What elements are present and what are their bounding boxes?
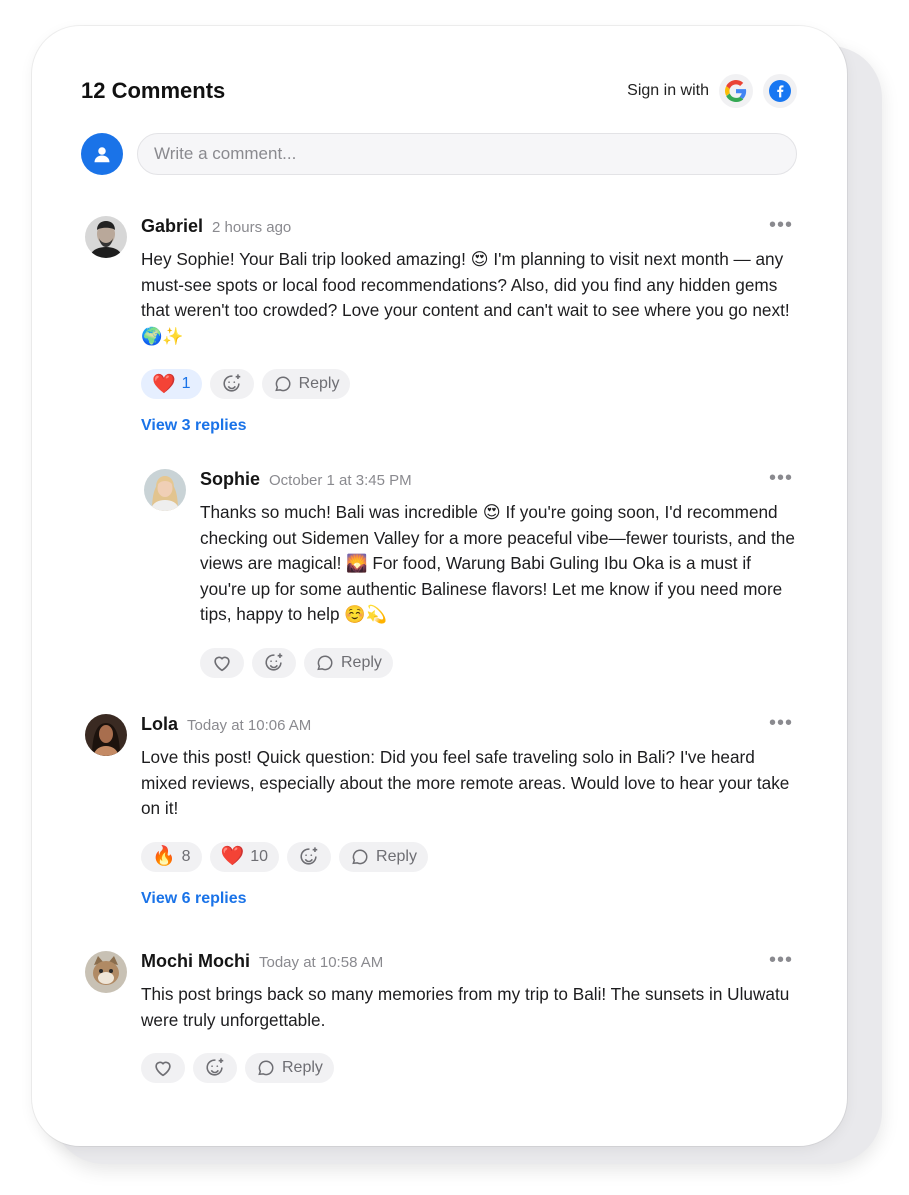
heart-reaction-button[interactable]: ❤️ 10 <box>209 841 280 872</box>
comments-widget: 12 Comments Sign in with Write a comment… <box>32 26 847 1146</box>
comment-timestamp: Today at 10:58 AM <box>259 954 384 971</box>
facebook-sign-in-button[interactable] <box>763 74 797 108</box>
comment-body: Sophie October 1 at 3:45 PM ••• Thanks s… <box>200 468 797 678</box>
avatar-lola[interactable] <box>85 714 127 756</box>
heart-reaction-button[interactable]: ❤️ 1 <box>141 369 202 399</box>
user-icon <box>94 147 110 163</box>
comment-actions: Reply <box>141 1053 797 1083</box>
add-emoji-icon <box>265 652 283 671</box>
comment-meta: Sophie October 1 at 3:45 PM <box>200 469 797 495</box>
chat-bubble-icon <box>317 655 333 670</box>
comment-actions: 🔥 8 ❤️ 10 Reply <box>141 841 797 872</box>
avatar-sophie[interactable] <box>144 469 186 511</box>
comment-body: Mochi Mochi Today at 10:58 AM ••• This p… <box>141 950 797 1083</box>
avatar-cat-image <box>85 951 127 993</box>
comment-composer <box>81 132 797 176</box>
facebook-icon <box>769 80 791 102</box>
sign-in-label: Sign in with <box>627 82 709 99</box>
google-sign-in-button[interactable] <box>719 74 753 108</box>
reply-label: Reply <box>376 847 417 865</box>
like-button[interactable] <box>141 1053 185 1083</box>
add-emoji-icon <box>300 846 318 865</box>
comment-timestamp: 2 hours ago <box>212 219 292 236</box>
more-options-button[interactable]: ••• <box>769 950 793 970</box>
reply-button[interactable]: Reply <box>304 647 393 678</box>
more-options-button[interactable]: ••• <box>769 215 793 235</box>
add-emoji-icon <box>223 374 240 392</box>
comment-meta: Gabriel 2 hours ago <box>141 216 797 242</box>
heart-reaction-count: 1 <box>181 375 191 392</box>
comment-text: This post brings back so many memories f… <box>141 984 790 1030</box>
comment-meta: Mochi Mochi Today at 10:58 AM <box>141 951 797 977</box>
google-icon <box>725 80 747 102</box>
add-reaction-button[interactable] <box>287 841 332 872</box>
heart-outline-icon <box>214 656 230 671</box>
reply-label: Reply <box>298 375 340 392</box>
like-button[interactable] <box>200 647 244 678</box>
view-replies-link[interactable]: View 3 replies <box>141 417 797 435</box>
add-reaction-button[interactable] <box>252 647 296 678</box>
widget-header: 12 Comments Sign in with <box>81 74 797 108</box>
heart-icon: ❤️ <box>220 846 245 867</box>
author-name[interactable]: Gabriel <box>141 216 203 237</box>
fire-reaction-count: 8 <box>181 847 191 865</box>
comment-actions: Reply <box>200 647 797 678</box>
reply-button[interactable]: Reply <box>245 1053 334 1083</box>
comment-timestamp: Today at 10:06 AM <box>187 717 312 734</box>
reply-label: Reply <box>282 1059 323 1076</box>
avatar-gabriel[interactable] <box>85 216 127 258</box>
comment-body: Lola Today at 10:06 AM ••• Love this pos… <box>141 713 797 908</box>
chat-bubble-icon <box>258 1060 274 1076</box>
comment-actions: ❤️ 1 Reply <box>141 369 797 399</box>
fire-reaction-button[interactable]: 🔥 8 <box>141 841 202 872</box>
sign-in-group: Sign in with <box>627 74 797 108</box>
comment-meta: Lola Today at 10:06 AM <box>141 714 797 740</box>
chat-bubble-icon <box>274 376 291 392</box>
fire-icon: 🔥 <box>152 846 176 867</box>
author-name[interactable]: Mochi Mochi <box>141 951 250 972</box>
heart-outline-icon <box>155 1061 171 1077</box>
heart-reaction-count: 10 <box>250 847 269 865</box>
chat-bubble-icon <box>352 849 368 864</box>
author-name[interactable]: Sophie <box>200 469 260 490</box>
avatar-gabriel-image <box>85 216 127 258</box>
more-options-button[interactable]: ••• <box>769 468 793 488</box>
comments-count-title: 12 Comments <box>81 78 226 103</box>
comment-text: Hey Sophie! Your Bali trip looked amazin… <box>141 249 790 346</box>
comment-timestamp: October 1 at 3:45 PM <box>269 472 412 489</box>
add-emoji-icon <box>206 1058 224 1076</box>
comment-body: Gabriel 2 hours ago ••• Hey Sophie! Your… <box>141 215 797 435</box>
comment-text: Thanks so much! Bali was incredible 😍 If… <box>200 502 795 624</box>
comment-input[interactable] <box>137 133 797 175</box>
avatar-mochi-mochi[interactable] <box>85 951 127 993</box>
author-name[interactable]: Lola <box>141 714 178 735</box>
heart-icon: ❤️ <box>152 373 176 395</box>
add-reaction-button[interactable] <box>209 369 254 399</box>
avatar-sophie-image <box>144 469 186 511</box>
more-options-button[interactable]: ••• <box>769 713 793 733</box>
view-replies-link[interactable]: View 6 replies <box>141 890 797 908</box>
reply-label: Reply <box>341 653 382 671</box>
comment-text: Love this post! Quick question: Did you … <box>141 747 790 818</box>
reply-button[interactable]: Reply <box>339 841 428 872</box>
avatar-lola-image <box>85 714 127 756</box>
add-reaction-button[interactable] <box>193 1053 237 1083</box>
current-user-avatar[interactable] <box>81 133 123 175</box>
reply-button[interactable]: Reply <box>261 369 351 399</box>
